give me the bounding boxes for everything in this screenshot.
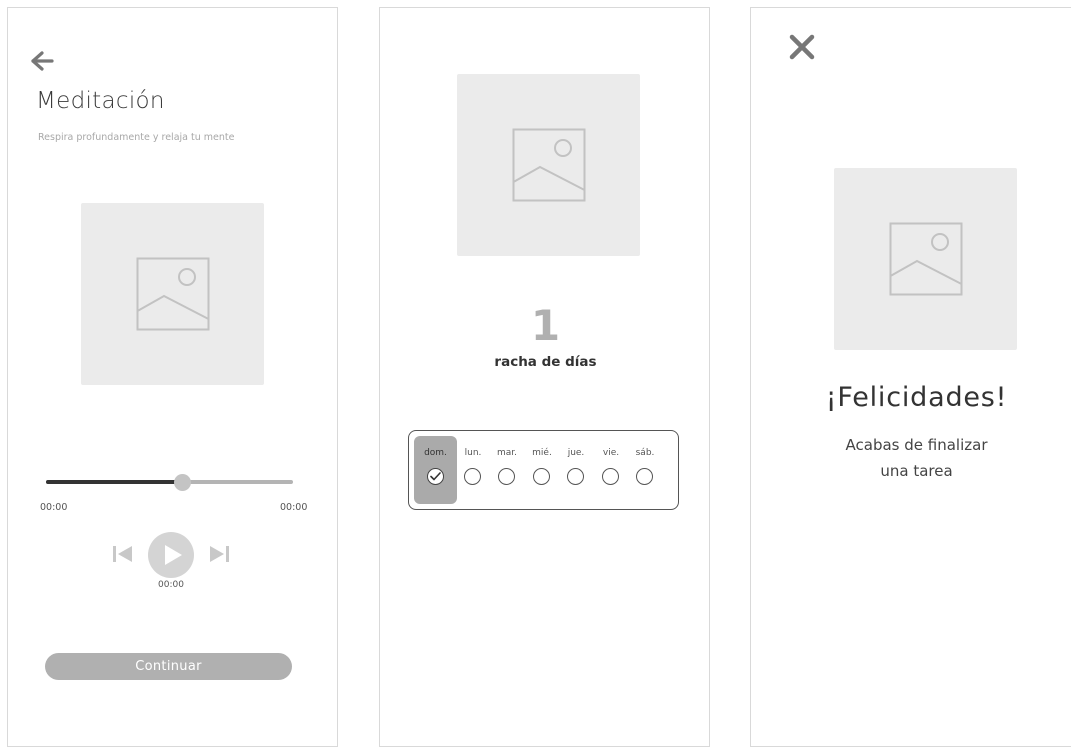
skip-previous-button[interactable] <box>112 544 134 564</box>
page-title: Meditación <box>36 88 165 114</box>
day-sunday[interactable]: dom. <box>414 436 457 504</box>
streak-label: racha de días <box>494 354 597 370</box>
day-wednesday[interactable]: mié. <box>525 431 559 507</box>
day-check <box>498 468 515 485</box>
completion-screen: ¡Felicidades! Acabas de finalizar una ta… <box>750 7 1071 747</box>
congrats-title: ¡Felicidades! <box>825 382 1008 413</box>
elapsed-time: 00:00 <box>40 502 68 513</box>
page-subtitle: Respira profundamente y relaja tu mente <box>38 132 235 143</box>
play-button[interactable] <box>148 532 194 578</box>
image-placeholder-icon <box>136 257 209 331</box>
day-label: vie. <box>602 448 620 458</box>
day-label: sáb. <box>635 448 655 458</box>
day-check <box>602 468 619 485</box>
day-check <box>567 468 584 485</box>
meditation-image <box>81 203 264 385</box>
day-monday[interactable]: lun. <box>456 431 490 507</box>
day-friday[interactable]: vie. <box>594 431 628 507</box>
day-tuesday[interactable]: mar. <box>490 431 524 507</box>
congrats-message-line1: Acabas de finalizar <box>845 436 988 454</box>
skip-next-icon <box>210 546 229 562</box>
day-check <box>464 468 481 485</box>
skip-next-button[interactable] <box>208 544 230 564</box>
day-thursday[interactable]: jue. <box>559 431 593 507</box>
day-check <box>533 468 550 485</box>
day-check <box>427 468 444 485</box>
streak-image <box>457 74 640 256</box>
day-saturday[interactable]: sáb. <box>628 431 662 507</box>
day-label: dom. <box>424 448 447 458</box>
day-check <box>636 468 653 485</box>
day-label: lun. <box>464 448 482 458</box>
day-label: mar. <box>496 448 518 458</box>
current-time: 00:00 <box>158 580 184 590</box>
meditation-screen: Meditación Respira profundamente y relaj… <box>7 7 338 747</box>
audio-progress-fill <box>46 480 182 484</box>
streak-count: 1 <box>530 301 561 350</box>
back-arrow-icon[interactable] <box>28 48 56 74</box>
audio-progress-thumb[interactable] <box>174 474 191 491</box>
congrats-message: Acabas de finalizar una tarea <box>751 432 1071 484</box>
close-icon[interactable] <box>787 32 817 62</box>
image-placeholder-icon <box>889 222 962 296</box>
streak-screen: 1 racha de días dom. lun. mar. mié. jue. <box>379 7 710 747</box>
day-label: mié. <box>532 448 552 458</box>
image-placeholder-icon <box>512 128 585 202</box>
skip-previous-icon <box>113 546 132 562</box>
day-label: jue. <box>567 448 585 458</box>
check-icon <box>430 472 441 481</box>
completion-image <box>834 168 1017 350</box>
congrats-message-line2: una tarea <box>880 462 953 480</box>
continue-button[interactable]: Continuar <box>45 653 292 680</box>
play-icon <box>165 545 182 565</box>
week-tracker: dom. lun. mar. mié. jue. vie. sáb. <box>408 430 679 510</box>
total-time: 00:00 <box>280 502 308 513</box>
